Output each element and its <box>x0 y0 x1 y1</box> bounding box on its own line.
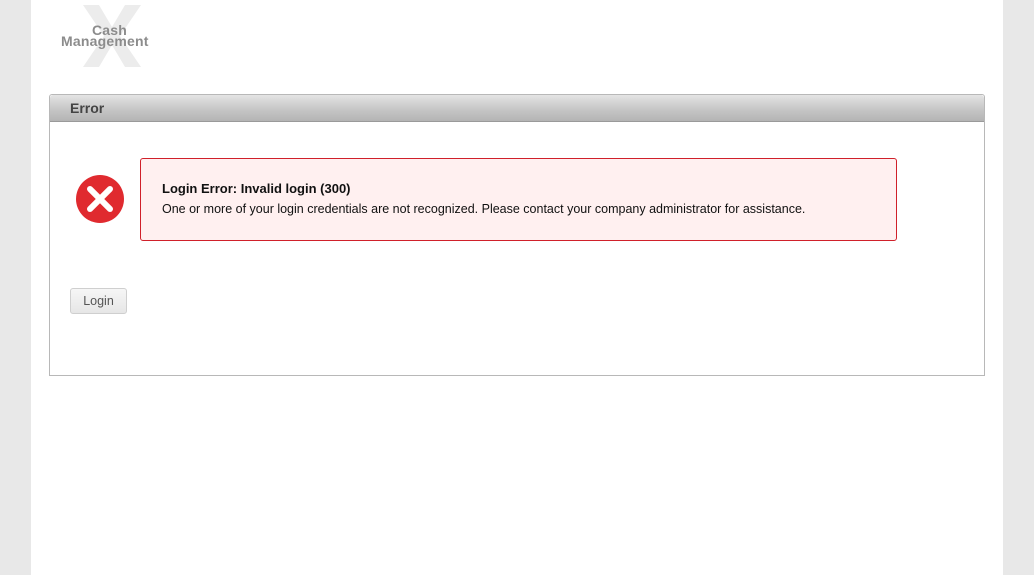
panel-title: Error <box>70 100 105 116</box>
panel-header: Error <box>50 95 984 122</box>
page-container: Cash Management Error Login Error: Inval… <box>31 0 1003 575</box>
error-message: One or more of your login credentials ar… <box>162 202 806 216</box>
error-x-icon <box>76 175 124 223</box>
cash-management-logo: Cash Management <box>61 5 171 69</box>
error-panel: Error Login Error: Invalid login (300) O… <box>49 94 985 376</box>
logo-text-line2: Management <box>61 33 149 49</box>
error-alert-box: Login Error: Invalid login (300) One or … <box>140 158 897 241</box>
error-title: Login Error: Invalid login (300) <box>162 181 351 196</box>
login-button[interactable]: Login <box>70 288 127 314</box>
